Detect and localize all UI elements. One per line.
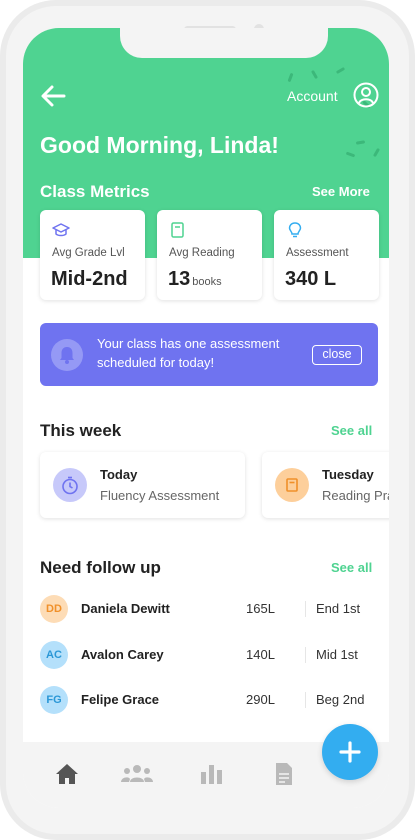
column-divider (305, 647, 306, 663)
bar-chart-icon[interactable] (199, 762, 225, 786)
this-week-heading: This week (40, 421, 122, 440)
plus-icon (339, 741, 361, 763)
need-follow-up-heading: Need follow up (40, 558, 161, 577)
student-name: Felipe Grace (81, 692, 160, 707)
student-row-daniela-dewitt[interactable]: DD Daniela Dewitt 165L End 1st (23, 589, 389, 629)
metric-value: Mid-2nd (51, 268, 128, 290)
app-screen: Account Good Morning, Linda! Class Metri… (23, 28, 389, 808)
student-name: Daniela Dewitt (81, 601, 170, 616)
confetti-decoration (372, 147, 381, 158)
graduation-cap-icon (52, 223, 70, 237)
book-icon (275, 468, 309, 502)
metric-value: 13 books (168, 268, 222, 290)
metric-label: Avg Reading (169, 247, 235, 259)
metric-unit: books (192, 276, 222, 288)
metric-card-avg-reading[interactable]: Avg Reading 13 books (157, 210, 262, 300)
this-week-see-all-link[interactable]: See all (331, 423, 372, 438)
avatar: DD (40, 595, 68, 623)
account-label[interactable]: Account (287, 88, 338, 104)
week-card-description: Fluency Assessment (100, 488, 220, 503)
avatar: FG (40, 686, 68, 714)
close-button[interactable]: close (312, 345, 362, 365)
class-metrics-heading: Class Metrics (40, 182, 150, 201)
phone-notch (120, 28, 328, 58)
avatar: AC (40, 641, 68, 669)
confetti-decoration (345, 151, 356, 158)
student-level: Mid 1st (316, 647, 358, 662)
metric-card-grade-level[interactable]: Avg Grade Lvl Mid-2nd (40, 210, 145, 300)
week-card-day: Today (100, 467, 138, 482)
alert-message: Your class has one assessment scheduled … (97, 336, 280, 370)
metric-card-assessment[interactable]: Assessment 340 L (274, 210, 379, 300)
see-more-link[interactable]: See More (312, 184, 370, 199)
book-icon (171, 222, 184, 238)
student-level: Beg 2nd (316, 692, 365, 707)
student-lexile: 290L (246, 692, 275, 707)
column-divider (305, 692, 306, 708)
timer-icon (53, 468, 87, 502)
account-avatar-icon[interactable] (353, 82, 379, 108)
student-name: Avalon Carey (81, 647, 164, 662)
column-divider (305, 601, 306, 617)
student-lexile: 140L (246, 647, 275, 662)
bell-icon (51, 339, 83, 371)
home-icon[interactable] (54, 762, 80, 786)
confetti-decoration (310, 69, 319, 80)
follow-up-see-all-link[interactable]: See all (331, 560, 372, 575)
confetti-decoration (355, 140, 366, 145)
metric-label: Avg Grade Lvl (52, 247, 125, 259)
student-level: End 1st (316, 601, 361, 616)
assessment-alert-banner: Your class has one assessment scheduled … (40, 323, 378, 386)
student-row-avalon-carey[interactable]: AC Avalon Carey 140L Mid 1st (23, 635, 389, 675)
metric-value: 340 L (285, 268, 337, 290)
week-card-tuesday[interactable]: Tuesday Reading Practice (262, 452, 389, 518)
greeting-title: Good Morning, Linda! (40, 132, 279, 158)
week-card-today[interactable]: Today Fluency Assessment (40, 452, 245, 518)
group-icon[interactable] (120, 762, 154, 786)
add-button[interactable] (322, 724, 378, 780)
confetti-decoration (287, 72, 294, 83)
student-row-felipe-grace[interactable]: FG Felipe Grace 290L Beg 2nd (23, 680, 389, 720)
document-icon[interactable] (274, 762, 294, 786)
back-arrow-icon[interactable] (40, 84, 66, 108)
week-card-description: Reading Practice (322, 488, 389, 503)
lightbulb-icon (288, 222, 302, 238)
student-lexile: 165L (246, 601, 275, 616)
metric-label: Assessment (286, 247, 349, 259)
confetti-decoration (335, 66, 346, 75)
week-card-day: Tuesday (322, 467, 374, 482)
